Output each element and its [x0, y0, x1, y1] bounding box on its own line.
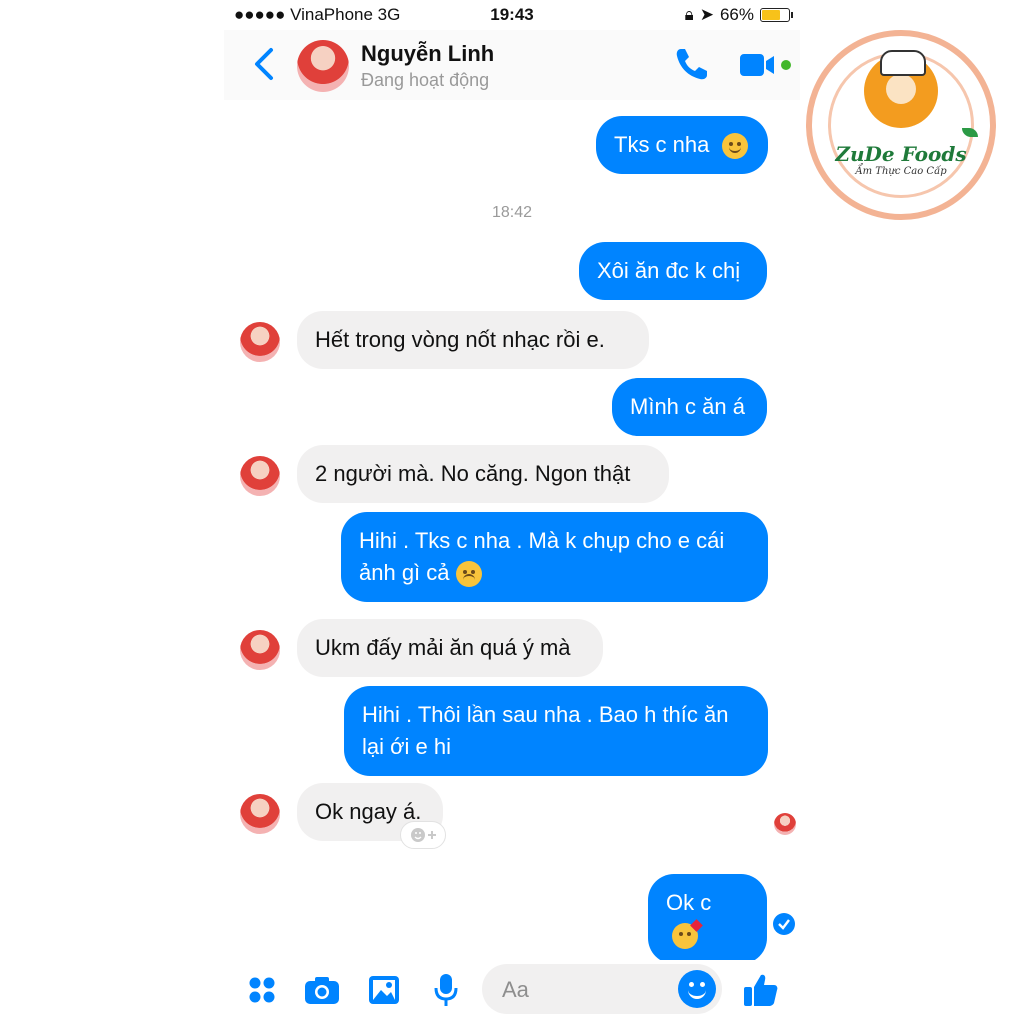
sender-avatar[interactable] [240, 456, 280, 496]
message-text-line: Hihi . Thôi lần sau nha . Bao h thíc ăn [362, 702, 729, 727]
sender-avatar[interactable] [240, 322, 280, 362]
rotation-lock-icon: 🔒︎ [684, 5, 694, 24]
messenger-screen: ●●●●● VinaPhone 3G 19:43 🔒︎ ➤ 66% Nguyễn… [224, 0, 800, 1024]
more-options-button[interactable] [242, 970, 282, 1010]
emoji-picker-icon[interactable] [678, 970, 716, 1008]
back-button[interactable] [244, 44, 284, 84]
chevron-left-icon [255, 48, 273, 80]
status-bar: ●●●●● VinaPhone 3G 19:43 🔒︎ ➤ 66% [224, 0, 800, 30]
battery-icon [760, 8, 793, 22]
add-reaction-button[interactable] [400, 821, 446, 849]
conversation-header: Nguyễn Linh Đang hoạt động [224, 30, 800, 100]
message-bubble-outgoing[interactable]: Tks c nha [596, 116, 768, 174]
sender-avatar[interactable] [240, 794, 280, 834]
message-text: Ukm đấy mải ăn quá ý mà [315, 635, 571, 660]
phone-icon [676, 49, 707, 80]
message-bubble-outgoing[interactable]: Ok c [648, 874, 767, 964]
image-icon [369, 976, 399, 1004]
like-button[interactable] [740, 970, 780, 1010]
message-text: Ok ngay á. [315, 799, 422, 824]
message-text: Hết trong vòng nốt nhạc rồi e. [315, 327, 605, 352]
message-bubble-outgoing[interactable]: Mình c ăn á [612, 378, 767, 436]
message-text: Tks c nha [614, 132, 710, 157]
message-input-placeholder: Aa [502, 977, 529, 1002]
video-camera-icon [740, 54, 791, 76]
location-arrow-icon: ➤ [699, 5, 714, 24]
photo-gallery-button[interactable] [364, 970, 404, 1010]
active-status: Đang hoạt động [361, 70, 490, 90]
message-text: Xôi ăn đc k chị [597, 258, 741, 283]
message-text-line: ảnh gì cả [359, 560, 450, 585]
message-text-line: Hihi . Tks c nha . Mà k chụp cho e cái [359, 528, 725, 553]
message-bubble-outgoing[interactable]: Hihi . Tks c nha . Mà k chụp cho e cái ả… [341, 512, 768, 602]
camera-button[interactable] [302, 970, 342, 1010]
composer-bar: Aa [224, 960, 800, 1024]
message-bubble-incoming[interactable]: Ukm đấy mải ăn quá ý mà [297, 619, 603, 677]
timestamp-divider: 18:42 [491, 204, 533, 221]
sender-avatar[interactable] [240, 630, 280, 670]
thumbs-up-icon [744, 974, 778, 1006]
status-right: 🔒︎ ➤ 66% [684, 5, 793, 25]
battery-percent: 66% [719, 5, 754, 24]
brand-tagline: Ẩm Thực Cao Cấp [855, 166, 947, 177]
microphone-icon [434, 974, 458, 1006]
brand-logo-watermark: ZuDe Foods Ẩm Thực Cao Cấp [806, 30, 996, 220]
camera-icon [305, 977, 339, 1004]
voice-message-button[interactable] [426, 970, 466, 1010]
slightly-smiling-face-icon [721, 133, 748, 160]
add-reaction-icon [411, 828, 436, 842]
face-blowing-kiss-icon [672, 919, 703, 950]
chef-mascot-icon [864, 50, 938, 128]
message-bubble-incoming[interactable]: 2 người mà. No căng. Ngon thật [297, 445, 669, 503]
contact-name[interactable]: Nguyễn Linh [361, 41, 494, 67]
message-bubble-outgoing[interactable]: Hihi . Thôi lần sau nha . Bao h thíc ăn … [344, 686, 768, 776]
voice-call-button[interactable] [672, 44, 712, 84]
four-dots-icon [249, 977, 275, 1003]
message-text: Ok c [666, 890, 712, 915]
message-text-line: lại ới e hi [362, 734, 452, 759]
message-thread: Tks c nha 18:42 Xôi ăn đc k chị Hết tron… [224, 100, 800, 964]
contact-avatar[interactable] [297, 40, 349, 92]
message-text: 2 người mà. No căng. Ngon thật [315, 461, 631, 486]
unamused-face-icon [455, 561, 482, 588]
message-bubble-incoming[interactable]: Hết trong vòng nốt nhạc rồi e. [297, 311, 649, 369]
message-text: Mình c ăn á [630, 394, 745, 419]
video-call-button[interactable] [738, 48, 794, 82]
read-receipt-avatar [774, 813, 796, 835]
brand-name: ZuDe Foods [835, 142, 967, 166]
delivered-check-icon [773, 913, 795, 935]
message-bubble-outgoing[interactable]: Xôi ăn đc k chị [579, 242, 767, 300]
message-input[interactable]: Aa [482, 964, 722, 1014]
